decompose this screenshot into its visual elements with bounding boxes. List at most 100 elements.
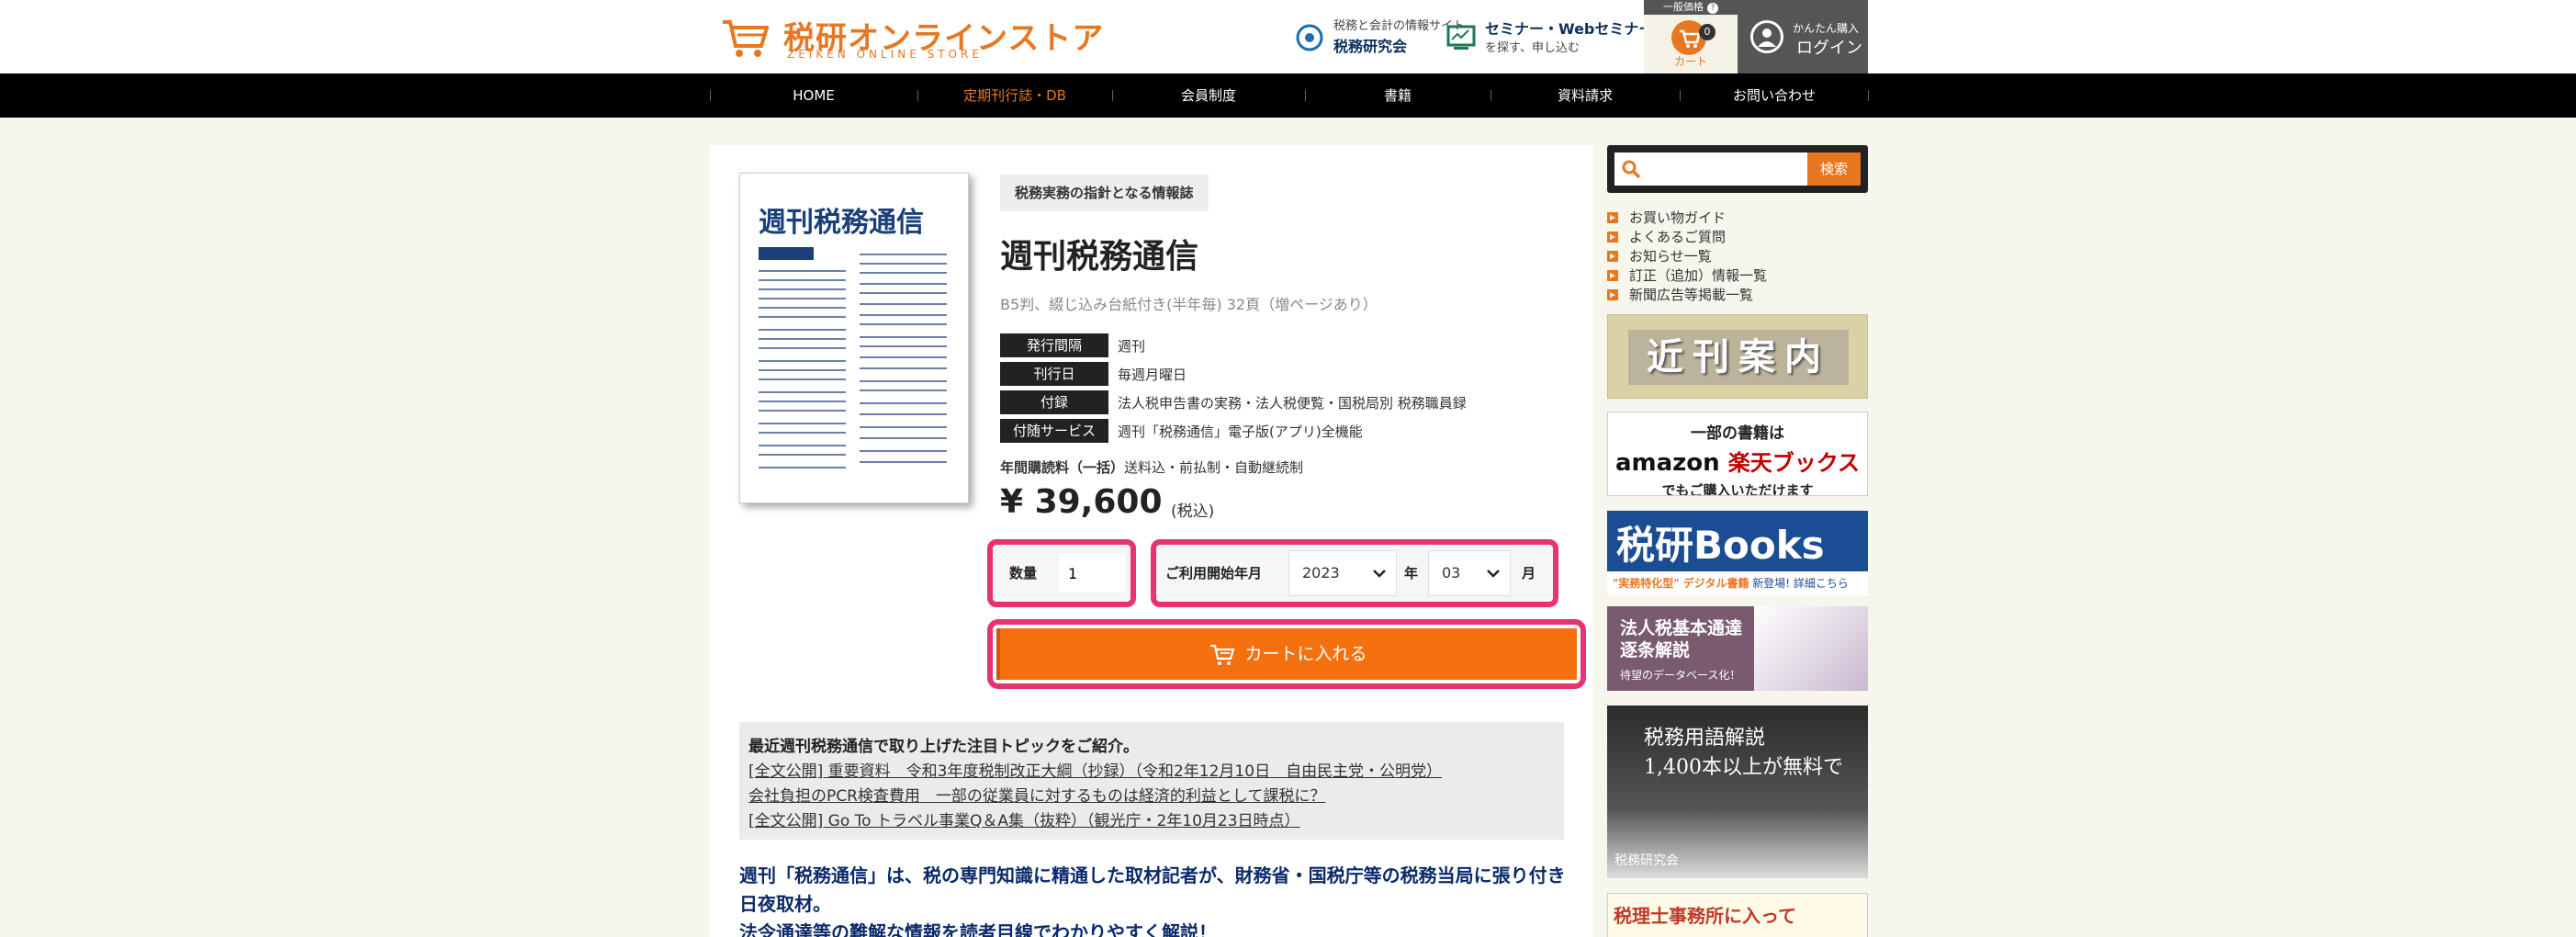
spec-row: 発行間隔 週刊 bbox=[1000, 333, 1145, 358]
zeiken-site-caption: 税務と会計の情報サイト bbox=[1333, 19, 1466, 33]
sidebar-link-label: お買い物ガイド bbox=[1629, 209, 1727, 226]
spec-value: 法人税申告書の実務・法人税便覧・国税局別 税務職員録 bbox=[1118, 394, 1467, 412]
banner-circular-image bbox=[1754, 606, 1868, 691]
month-unit: 月 bbox=[1522, 565, 1536, 581]
add-to-cart-button[interactable]: カートに入れる bbox=[996, 628, 1577, 680]
topic-link[interactable]: [全文公開] Go To トラベル事業Q＆A集（抜粋）（観光庁・2年10月23日… bbox=[748, 809, 1555, 834]
nav-home[interactable]: HOME bbox=[710, 73, 917, 118]
product-subtitle: B5判、綴じ込み台紙付き(半年毎) 32頁（増ページあり） bbox=[1000, 296, 1378, 313]
banner-glossary-line: 税務用語解説 bbox=[1644, 727, 1766, 750]
product-panel: 週刊税務通信 税務実務の指針となる情報誌 週刊税務通信 B5判、綴じ込み台紙付き… bbox=[710, 145, 1593, 937]
cover-title: 週刊税務通信 bbox=[759, 207, 924, 239]
start-month-select[interactable]: 03 bbox=[1428, 550, 1511, 596]
spec-label: 発行間隔 bbox=[1000, 333, 1108, 357]
topic-link[interactable]: 会社負担のPCR検査費用 一部の従業員に対するものは経済的利益として課税に？ bbox=[748, 785, 1555, 809]
add-to-cart-label: カートに入れる bbox=[1244, 644, 1367, 664]
featured-topics: 最近週刊税務通信で取り上げた注目トピックをご紹介。 [全文公開] 重要資料 令和… bbox=[739, 722, 1564, 840]
nav-books[interactable]: 書籍 bbox=[1305, 73, 1490, 118]
year-unit: 年 bbox=[1404, 565, 1419, 581]
topic-link[interactable]: [全文公開] 重要資料 令和3年度税制改正大綱（抄録）（令和2年12月10日 自… bbox=[748, 760, 1555, 785]
banner-zeiken-books[interactable]: 税研Books "実務特化型" デジタル書籍 新登場! 詳細こちら bbox=[1607, 511, 1868, 595]
sidebar-link-guide[interactable]: お買い物ガイド bbox=[1607, 208, 1767, 227]
nav-divider bbox=[1868, 90, 1869, 101]
sidebar-link-errata[interactable]: 訂正（追加）情報一覧 bbox=[1607, 265, 1767, 285]
sidebar-link-label: よくあるご質問 bbox=[1629, 229, 1727, 245]
product-cover-image[interactable]: 週刊税務通信 bbox=[739, 173, 969, 503]
subscription-note-text: 送料込・前払制・自動継続制 bbox=[1124, 459, 1304, 476]
zeiken-site-link[interactable]: 税務と会計の情報サイト 税務研究会 bbox=[1295, 18, 1465, 58]
start-year-select[interactable]: 2023 bbox=[1288, 550, 1397, 596]
price-type-label: 一般価格 bbox=[1663, 1, 1704, 13]
search-button[interactable]: 検索 bbox=[1807, 152, 1861, 186]
banner-circular-title-1: 法人税基本通達 bbox=[1620, 618, 1743, 638]
banner-corporate-tax-circular[interactable]: 法人税基本通達 逐条解説 待望のデータベース化！ bbox=[1607, 606, 1868, 691]
banner-glossary-line: 1,400本以上が無料で bbox=[1644, 756, 1843, 779]
arrow-right-icon bbox=[1607, 211, 1618, 223]
seminar-icon bbox=[1446, 25, 1476, 51]
banner-tax-glossary[interactable]: 税務用語解説 1,400本以上が無料で 税務研究会 bbox=[1607, 706, 1868, 878]
cart-logo-icon bbox=[723, 20, 769, 57]
nav-membership[interactable]: 会員制度 bbox=[1112, 73, 1305, 118]
spec-value: 週刊 bbox=[1118, 337, 1146, 355]
add-to-cart-highlight: カートに入れる bbox=[987, 619, 1586, 689]
banner-upcoming-books[interactable]: 近刊案内 bbox=[1607, 314, 1868, 399]
cart-icon bbox=[1210, 644, 1235, 665]
subscription-note: 年間購読料（一括）送料込・前払制・自動継続制 bbox=[1000, 457, 1303, 477]
arrow-right-icon bbox=[1607, 231, 1618, 243]
zeiken-site-icon bbox=[1296, 24, 1323, 51]
cart-label: カート bbox=[1673, 55, 1707, 68]
seminar-caption: を探す、申し込む bbox=[1485, 40, 1580, 55]
banner-glossary-logo: 税務研究会 bbox=[1614, 853, 1679, 868]
help-icon[interactable]: ? bbox=[1707, 3, 1718, 14]
sidebar-link-label: 訂正（追加）情報一覧 bbox=[1629, 267, 1768, 284]
login-button[interactable]: かんたん購入 ログイン bbox=[1738, 0, 1868, 73]
banner-tax-office[interactable]: 税理士事務所に入って bbox=[1607, 893, 1868, 937]
nav-periodicals[interactable]: 定期刊行誌・DB bbox=[917, 73, 1112, 118]
cart-button[interactable]: 一般価格? 0 カート bbox=[1644, 0, 1738, 73]
sidebar-links: お買い物ガイド よくあるご質問 お知らせ一覧 訂正（追加）情報一覧 新聞広告等掲… bbox=[1607, 208, 1767, 304]
search-bar: 検索 bbox=[1607, 145, 1868, 193]
spec-value: 毎週月曜日 bbox=[1118, 366, 1187, 383]
banner-amazon-rakuten[interactable]: 一部の書籍は amazon 楽天ブックス でもご購入いただけます bbox=[1607, 412, 1868, 496]
product-description: 週刊「税務通信」は、税の専門知識に精通した取材記者が、財務省・国税庁等の税務当局… bbox=[739, 862, 1566, 937]
banner-zeiken-books-title: 税研Books bbox=[1616, 523, 1825, 568]
sidebar-link-ads[interactable]: 新聞広告等掲載一覧 bbox=[1607, 285, 1767, 304]
logo-subtitle: ZEIKEN ONLINE STORE bbox=[787, 48, 983, 61]
spec-label: 刊行日 bbox=[1000, 362, 1108, 386]
banner-amazon-subcaption: でもご購入いただけます bbox=[1661, 482, 1814, 496]
arrow-right-icon bbox=[1607, 269, 1618, 281]
main-nav: HOME 定期刊行誌・DB 会員制度 書籍 資料請求 お問い合わせ bbox=[0, 73, 2576, 118]
seminar-title: セミナー・Webセミナー bbox=[1485, 20, 1654, 38]
sidebar-link-faq[interactable]: よくあるご質問 bbox=[1607, 227, 1767, 246]
sidebar-link-label: 新聞広告等掲載一覧 bbox=[1629, 287, 1754, 303]
spec-row: 刊行日 毎週月曜日 bbox=[1000, 361, 1187, 387]
description-line: 法令通達等の難解な情報を読者目線でわかりやすく解説！ bbox=[739, 921, 1217, 937]
arrow-right-icon bbox=[1607, 250, 1618, 262]
banner-circular-caption: 待望のデータベース化！ bbox=[1620, 669, 1741, 682]
zeiken-site-name: 税務研究会 bbox=[1333, 37, 1408, 55]
nav-contact[interactable]: お問い合わせ bbox=[1680, 73, 1869, 118]
rakuten-logo: 楽天ブックス bbox=[1727, 450, 1861, 476]
search-input[interactable] bbox=[1614, 152, 1807, 186]
quantity-input[interactable] bbox=[1059, 554, 1125, 593]
cart-count-badge: 0 bbox=[1699, 24, 1715, 40]
banner-zeiken-books-tagline: "実務特化型" デジタル書籍 bbox=[1613, 577, 1749, 590]
cover-text-decoration bbox=[759, 247, 947, 468]
price-tax-note: (税込) bbox=[1171, 502, 1215, 521]
spec-row: 付録 法人税申告書の実務・法人税便覧・国税局別 税務職員録 bbox=[1000, 389, 1467, 415]
nav-request-materials[interactable]: 資料請求 bbox=[1490, 73, 1680, 118]
banner-circular-title-2: 逐条解説 bbox=[1620, 640, 1691, 660]
spec-row: 付随サービス 週刊「税務通信」電子版(アプリ)全機能 bbox=[1000, 418, 1363, 444]
spec-value: 週刊「税務通信」電子版(アプリ)全機能 bbox=[1118, 423, 1363, 440]
start-date-group: ご利用開始年月 2023 年 03 月 bbox=[1151, 539, 1558, 607]
sidebar-link-news[interactable]: お知らせ一覧 bbox=[1607, 246, 1767, 265]
seminar-link[interactable]: セミナー・Webセミナー を探す、申し込む bbox=[1446, 18, 1653, 58]
start-date-label: ご利用開始年月 bbox=[1165, 565, 1263, 581]
arrow-right-icon bbox=[1607, 288, 1618, 300]
subscription-note-label: 年間購読料（一括） bbox=[1000, 459, 1125, 476]
banner-amazon-caption: 一部の書籍は bbox=[1691, 424, 1784, 443]
amazon-logo: amazon bbox=[1614, 449, 1720, 477]
product-title: 週刊税務通信 bbox=[1000, 238, 1199, 276]
product-tagline: 税務実務の指針となる情報誌 bbox=[1000, 175, 1209, 211]
site-logo[interactable]: 税研オンラインストア ZEIKEN ONLINE STORE bbox=[721, 13, 1103, 61]
